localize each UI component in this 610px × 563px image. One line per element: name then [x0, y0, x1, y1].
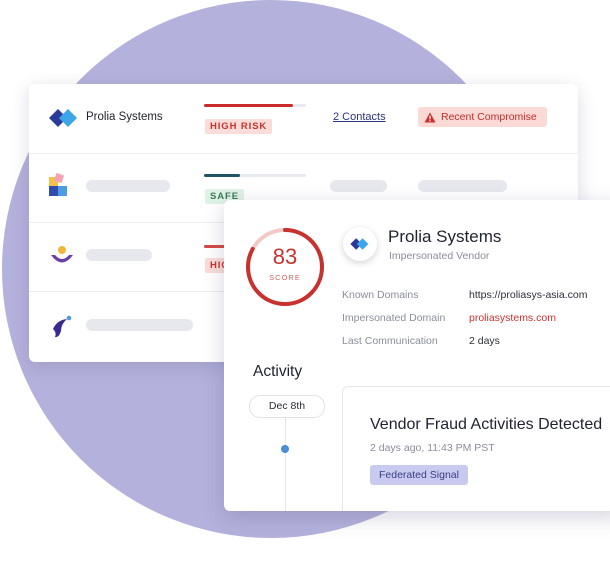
score-label: SCORE: [269, 273, 301, 282]
contacts-placeholder: [330, 180, 387, 192]
vendor-subtitle: Impersonated Vendor: [389, 250, 490, 262]
vendor-logo: [343, 227, 377, 261]
vendor-detail-panel: 83 SCORE Prolia Systems Impersonated Ven…: [224, 200, 610, 511]
date-pill: Dec 8th: [249, 395, 325, 418]
recent-compromise-badge[interactable]: Recent Compromise: [418, 107, 547, 127]
last-communication-label: Last Communication: [342, 335, 438, 347]
federated-signal-tag[interactable]: Federated Signal: [370, 465, 468, 485]
contacts-link[interactable]: 2 Contacts: [333, 111, 386, 123]
activity-heading: Activity: [253, 363, 303, 380]
known-domains-value[interactable]: https://proliasys-asia.com: [469, 289, 587, 301]
activity-card[interactable]: Vendor Fraud Activities Detected 2 days …: [342, 386, 610, 511]
vendor-name: Prolia Systems: [86, 111, 163, 123]
score-value: 83: [272, 244, 298, 269]
compromise-label: Recent Compromise: [441, 111, 537, 123]
vendor-row[interactable]: Prolia Systems HIGH RISK 2 Contacts Rece…: [29, 84, 578, 154]
vendor-name-placeholder: [86, 249, 152, 261]
vendor-name-placeholder: [86, 319, 193, 331]
prolia-logo-icon: [350, 238, 369, 250]
blocks-logo-icon: [49, 172, 67, 196]
risk-bar: [204, 104, 306, 107]
risk-bar-fill: [204, 174, 240, 177]
last-communication-value: 2 days: [469, 335, 500, 347]
alert-placeholder: [418, 180, 507, 192]
risk-badge: HIGH RISK: [205, 119, 273, 134]
timeline-dot: [281, 445, 289, 453]
impersonated-domain-label: Impersonated Domain: [342, 312, 446, 324]
impersonated-domain-value[interactable]: proliasystems.com: [469, 312, 556, 324]
event-title: Vendor Fraud Activities Detected: [370, 416, 603, 433]
smile-logo-icon: [51, 246, 73, 263]
warning-icon: [424, 112, 436, 122]
bird-logo-icon: [53, 315, 72, 338]
risk-bar-fill: [204, 104, 293, 107]
vendor-name-placeholder: [86, 180, 170, 192]
timeline-line: [285, 416, 286, 511]
vendor-title: Prolia Systems: [388, 227, 502, 246]
known-domains-label: Known Domains: [342, 289, 419, 301]
event-time: 2 days ago, 11:43 PM PST: [370, 442, 495, 454]
risk-bar: [204, 174, 306, 177]
prolia-logo-icon: [49, 109, 77, 127]
